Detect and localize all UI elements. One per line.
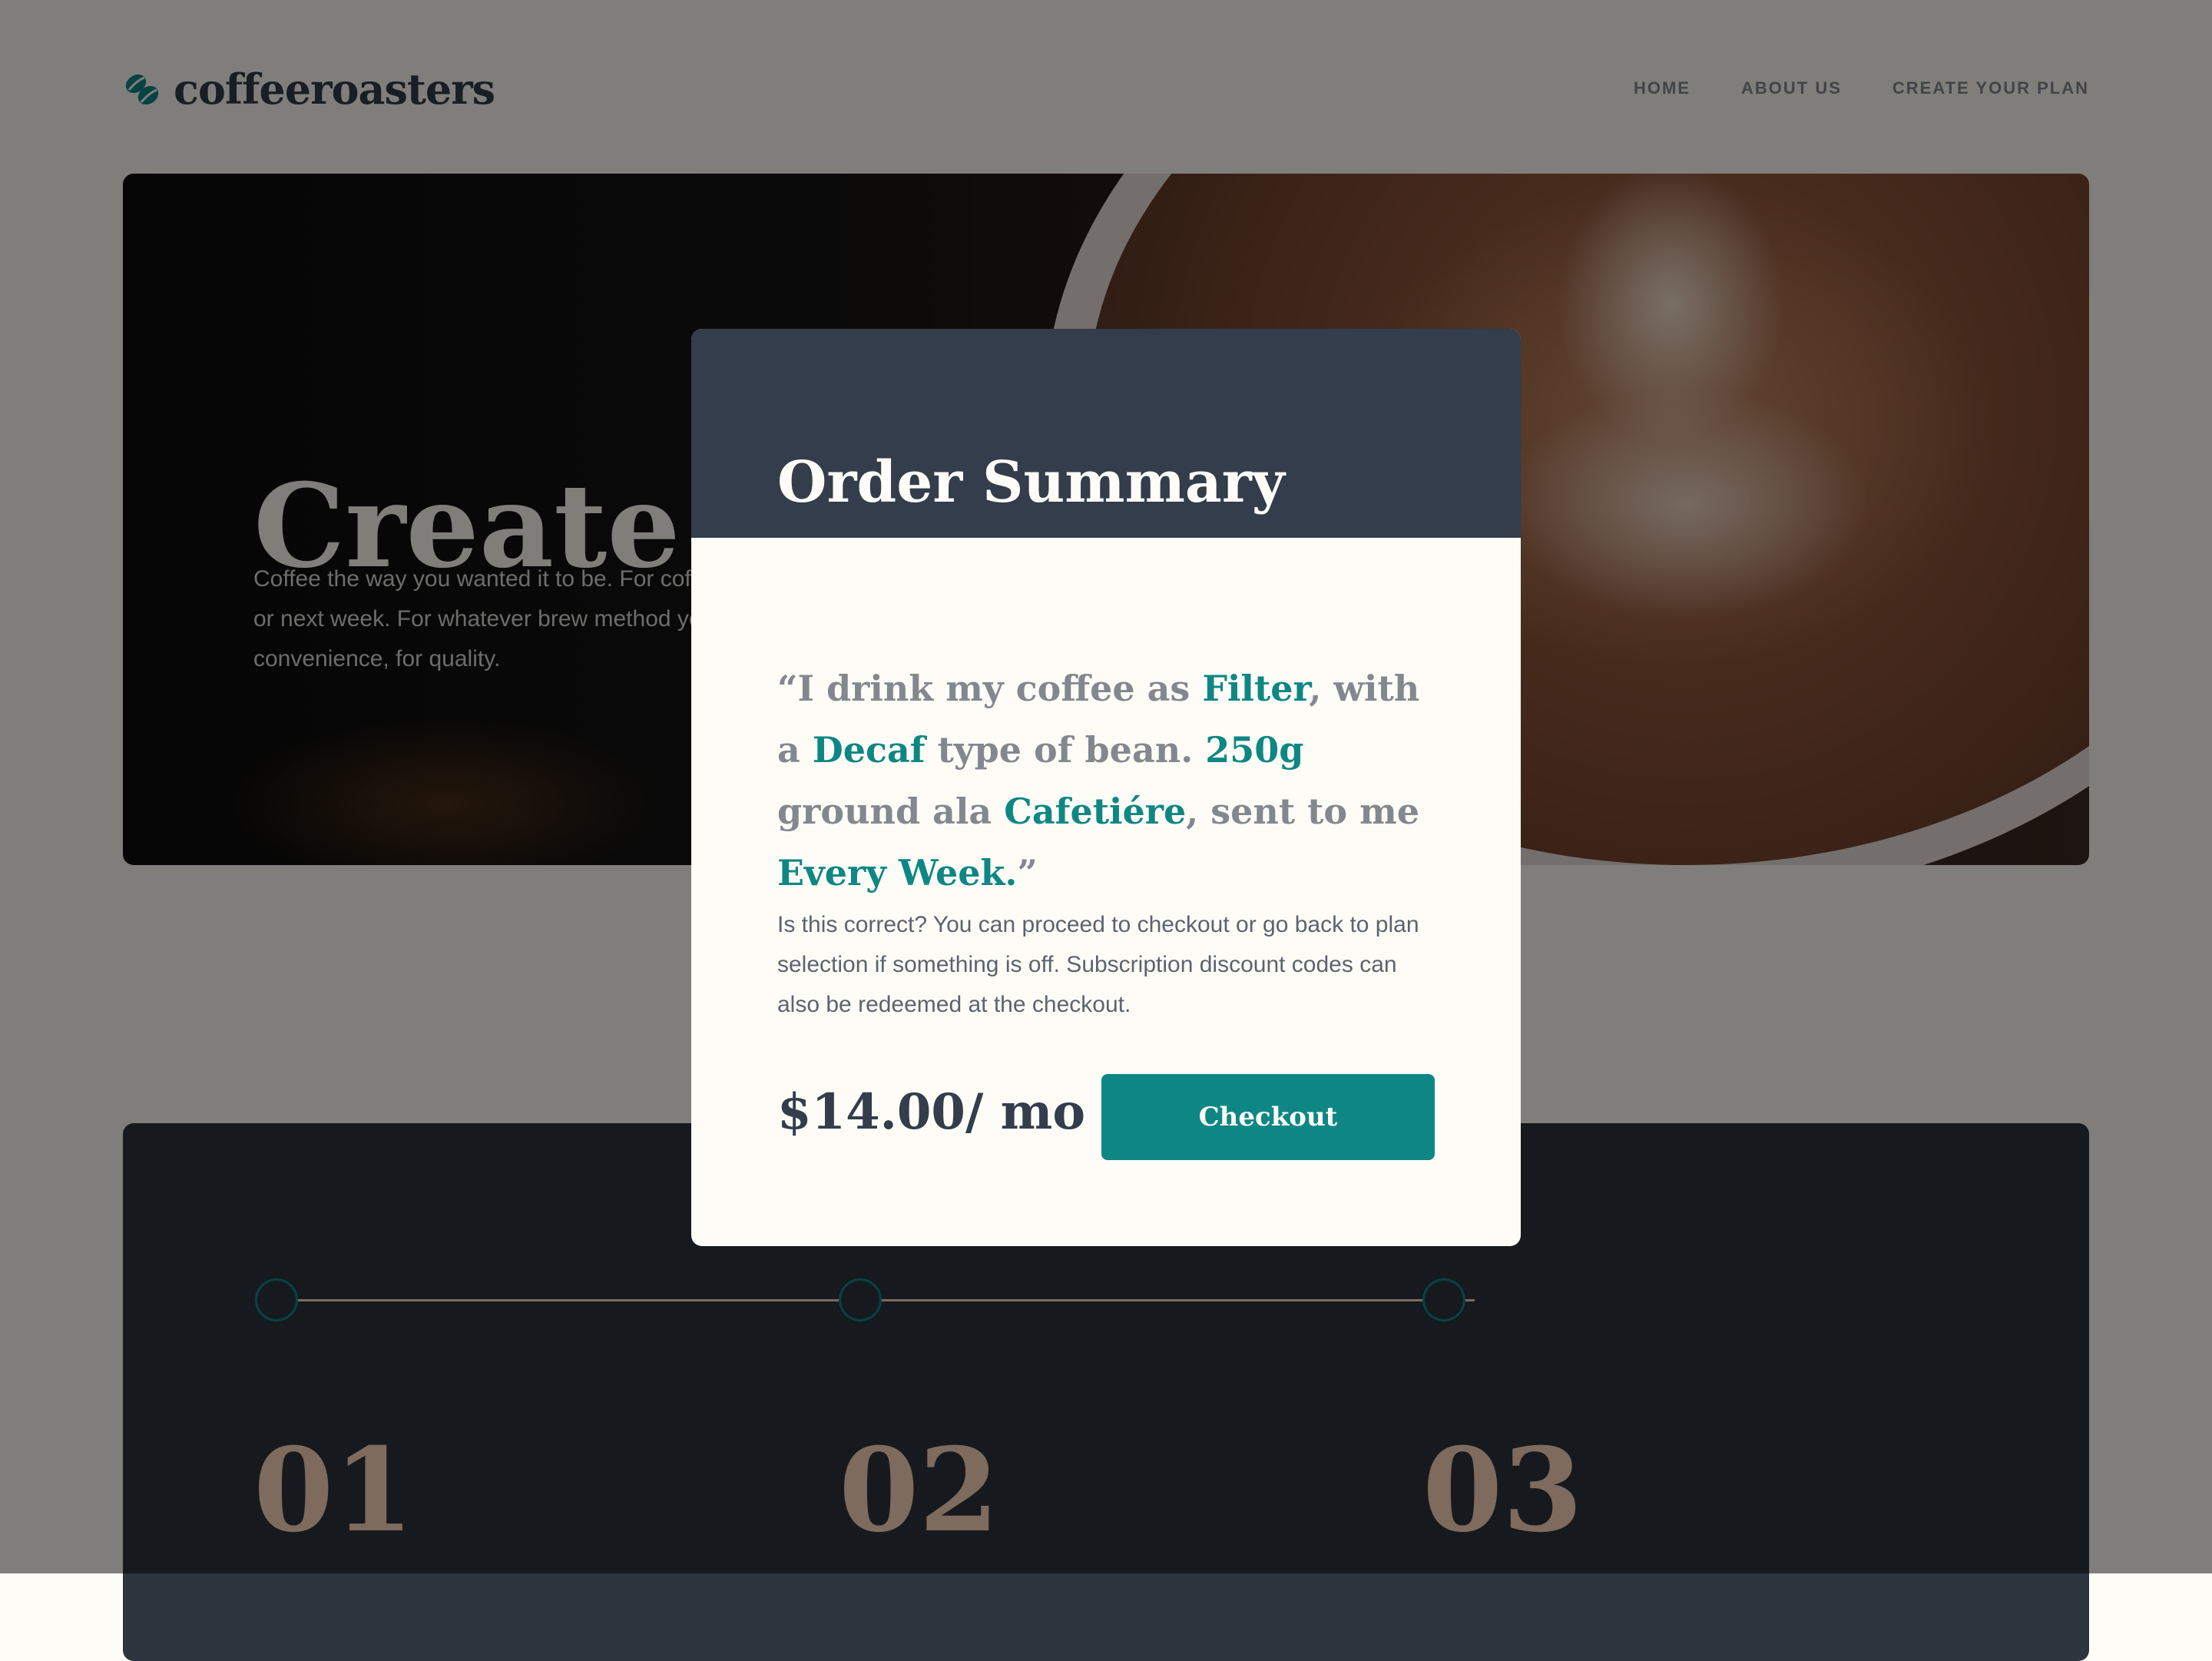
summary-text: ground ala bbox=[777, 791, 1005, 832]
modal-description: Is this correct? You can proceed to chec… bbox=[777, 912, 1419, 1017]
quote-mark: “ bbox=[777, 668, 798, 709]
summary-grind: Cafetiére bbox=[1004, 791, 1187, 832]
modal-header: Order Summary bbox=[691, 329, 1521, 538]
summary-quantity: 250g bbox=[1205, 729, 1304, 771]
summary-preference: Filter bbox=[1202, 668, 1310, 709]
summary-bean-type: Decaf bbox=[812, 729, 926, 771]
summary-text: I drink my coffee as bbox=[797, 668, 1203, 709]
summary-text: type of bean. bbox=[925, 729, 1206, 771]
order-summary-modal: Order Summary “I drink my coffee as Filt… bbox=[691, 329, 1521, 1246]
modal-title: Order Summary bbox=[777, 449, 1285, 516]
order-summary-text: “I drink my coffee as Filter, with a Dec… bbox=[777, 658, 1453, 903]
checkout-button[interactable]: Checkout bbox=[1101, 1074, 1435, 1160]
quote-mark: ” bbox=[1017, 852, 1038, 893]
summary-frequency: Every Week bbox=[777, 852, 1005, 893]
summary-text: , sent to me bbox=[1186, 791, 1420, 832]
summary-text: . bbox=[1005, 852, 1018, 893]
price-per-month: $14.00/ mo bbox=[777, 1083, 1085, 1141]
